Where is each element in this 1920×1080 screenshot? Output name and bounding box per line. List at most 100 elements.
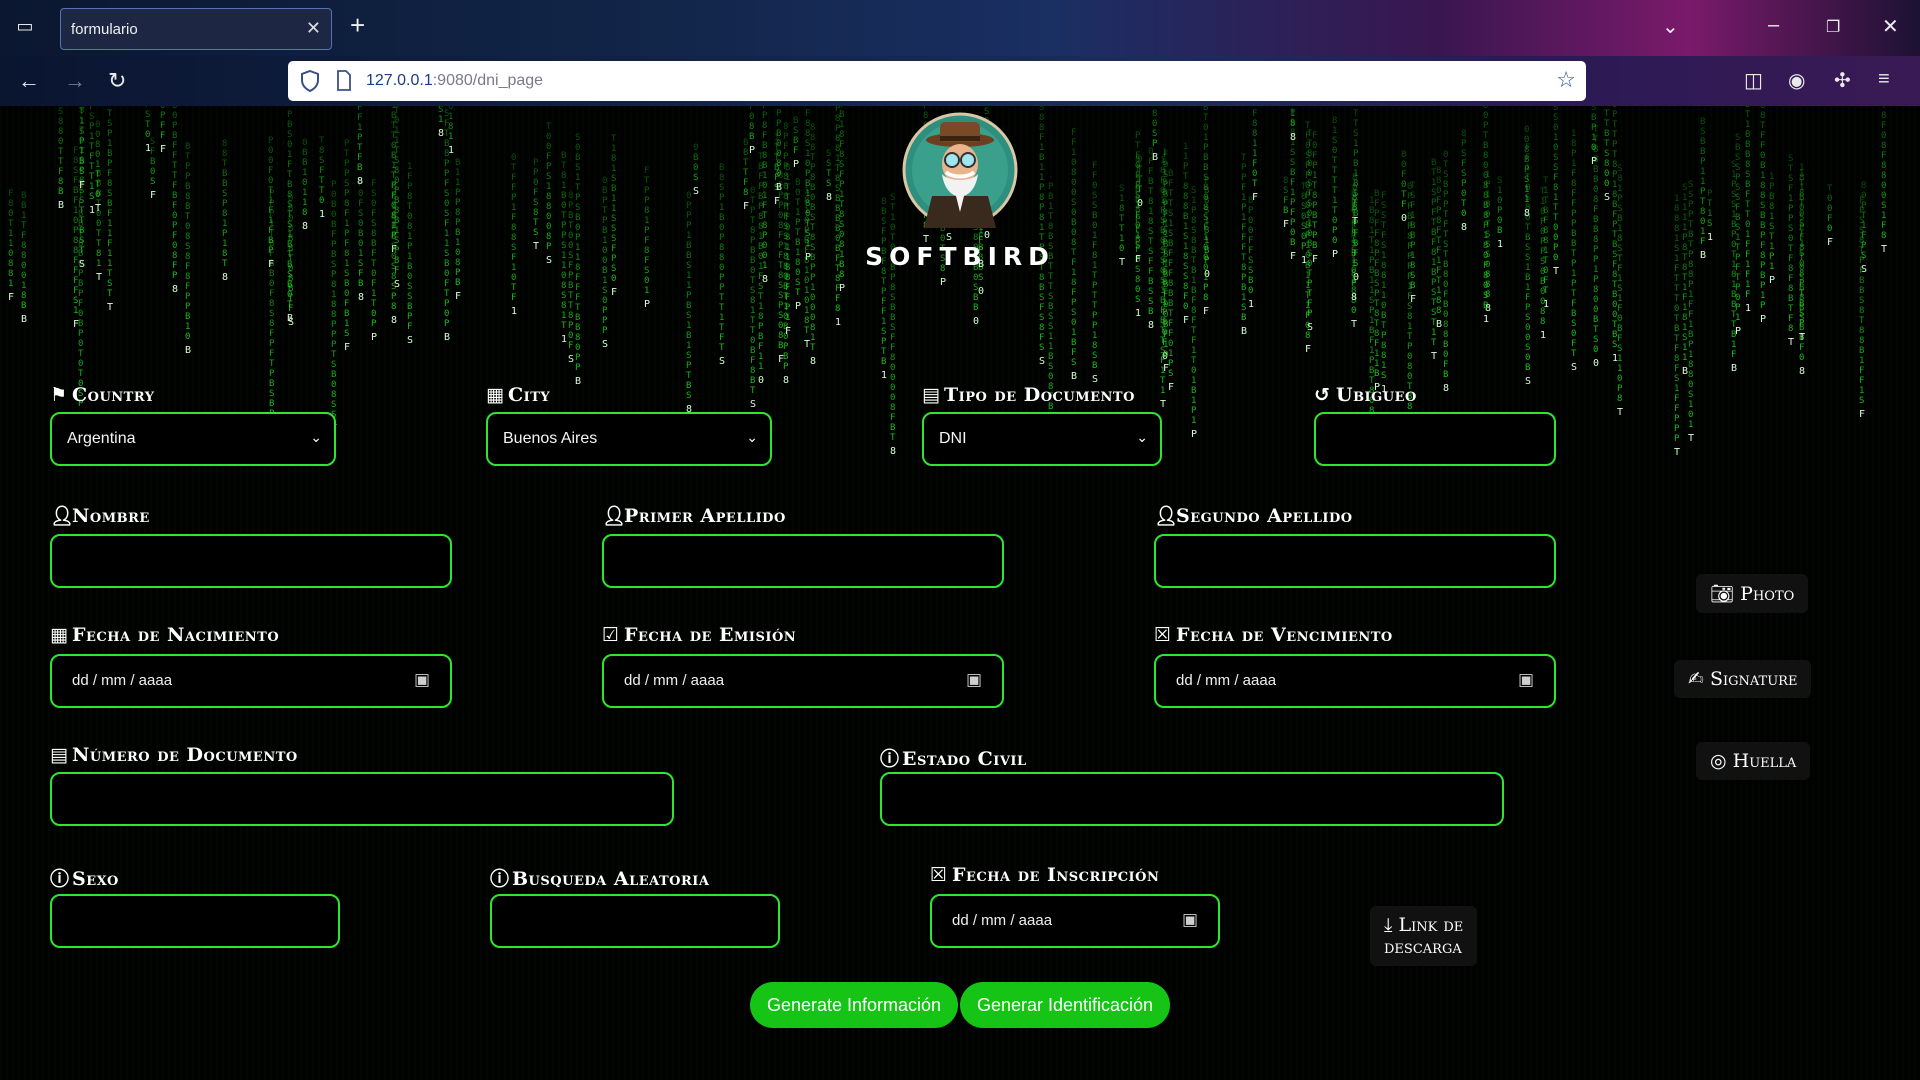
svg-text:8: 8 [804,256,809,266]
reload-icon[interactable]: ↻ [108,68,126,94]
fecha-nacimiento-input[interactable]: dd / mm / aaaa ▣ [50,654,452,708]
svg-text:B: B [107,199,112,209]
svg-text:P: P [795,301,801,312]
svg-text:8: 8 [1540,317,1545,327]
svg-text:F: F [805,109,810,119]
svg-text:S: S [1381,371,1386,381]
svg-text:S: S [750,286,755,296]
svg-text:F: F [611,244,616,254]
menu-icon[interactable]: ≡ [1878,68,1890,91]
busqueda-aleatoria-input[interactable] [490,894,780,948]
photo-button[interactable]: 📷︎ Photo [1696,574,1809,613]
link-descarga-button[interactable]: ⤓ Link de descarga [1370,906,1478,966]
svg-text:T: T [1071,248,1077,258]
country-select[interactable]: Argentina ⌄ [50,412,336,466]
svg-text:1: 1 [1039,223,1044,233]
svg-text:S: S [1071,198,1076,208]
svg-text:T: T [1183,172,1189,182]
browser-tab[interactable]: formulario ✕ [60,8,332,50]
svg-text:0: 0 [561,201,566,211]
numero-documento-input[interactable] [50,772,674,826]
url-bar[interactable]: 127.0.0.1:9080/dni_page ☆ [288,61,1586,101]
fecha-vencimiento-input[interactable]: dd / mm / aaaa ▣ [1154,654,1556,708]
svg-text:F: F [73,146,78,156]
svg-text:0: 0 [444,199,449,209]
svg-text:P: P [1071,298,1077,308]
svg-text:1: 1 [546,182,551,192]
calendar-picker-icon[interactable]: ▣ [966,670,982,690]
svg-text:S: S [826,149,831,159]
svg-text:1: 1 [357,123,362,133]
huella-button[interactable]: ◎ Huella [1696,742,1811,780]
svg-text:P: P [287,110,293,120]
svg-text:P: P [1497,206,1503,216]
calendar-picker-icon[interactable]: ▣ [414,670,430,690]
svg-text:0: 0 [1203,123,1208,133]
svg-text:S: S [107,279,112,289]
svg-text:1: 1 [1351,259,1356,269]
svg-text:T: T [795,198,801,208]
svg-text:T: T [1307,129,1313,139]
new-tab-icon[interactable]: + [350,12,365,38]
svg-text:B: B [1760,271,1765,281]
svg-text:8: 8 [1483,181,1488,191]
svg-text:1: 1 [1135,308,1141,319]
bookmark-star-icon[interactable]: ☆ [1556,67,1576,93]
svg-text:8: 8 [1307,149,1312,159]
svg-text:B: B [1283,206,1288,216]
ubigueo-input[interactable] [1314,412,1556,466]
svg-text:T: T [268,186,274,196]
back-icon[interactable]: ← [18,68,40,94]
account-icon[interactable]: ◉ [1788,68,1805,93]
city-select[interactable]: Buenos Aires ⌄ [486,412,772,466]
svg-text:S: S [1859,396,1864,406]
nombre-input[interactable] [50,534,452,588]
close-window-icon[interactable]: ✕ [1882,14,1899,39]
tab-close-icon[interactable]: ✕ [306,18,321,39]
svg-text:P: P [1191,206,1197,216]
svg-text:0: 0 [1071,158,1076,168]
generate-identification-button[interactable]: Generar Identificación [960,982,1170,1028]
svg-text:1: 1 [1553,193,1558,203]
tab-list-icon[interactable]: ▭ [12,16,38,40]
tab-overflow-chevron-icon[interactable]: ⌄ [1662,14,1679,39]
minimize-icon[interactable]: – [1768,14,1779,37]
restore-icon[interactable]: ❐ [1826,17,1840,37]
primer-apellido-input[interactable] [602,534,1004,588]
rain-column: PT1S1 [1707,189,1713,243]
svg-text:T: T [1431,338,1437,348]
svg-text:F: F [1436,226,1441,236]
pocket-icon[interactable]: ◫ [1744,68,1763,93]
svg-text:0: 0 [1553,233,1558,243]
extensions-icon[interactable]: ✣ [1834,68,1851,93]
svg-text:B: B [575,213,580,223]
svg-text:1: 1 [1571,269,1576,279]
svg-text:P: P [890,273,896,283]
segundo-apellido-input[interactable] [1154,534,1556,588]
svg-text:B: B [21,314,27,325]
fecha-inscripcion-input[interactable]: dd / mm / aaaa ▣ [930,894,1220,948]
fecha-emision-input[interactable]: dd / mm / aaaa ▣ [602,654,1004,708]
svg-text:P: P [1688,280,1694,290]
shield-icon[interactable] [300,69,320,93]
date-placeholder: dd / mm / aaaa [952,912,1053,929]
svg-text:0: 0 [1160,266,1165,276]
estado-civil-label: ⓘ Estado Civil [880,744,1027,771]
svg-text:0: 0 [973,316,979,327]
svg-text:F: F [107,209,112,219]
svg-text:F: F [1191,296,1196,306]
svg-text:F: F [743,201,749,212]
calendar-picker-icon[interactable]: ▣ [1518,670,1534,690]
estado-civil-input[interactable] [880,772,1504,826]
svg-text:F: F [785,326,791,337]
calendar-picker-icon[interactable]: ▣ [1182,910,1198,930]
forward-icon[interactable]: → [64,68,86,94]
tipo-documento-select[interactable]: DNI ⌄ [922,412,1162,466]
svg-text:T: T [1443,230,1449,240]
svg-text:T: T [1119,257,1125,268]
generate-information-button[interactable]: Generate Información [750,982,958,1028]
signature-button[interactable]: ✍ Signature [1674,660,1812,698]
sexo-input[interactable] [50,894,340,948]
svg-text:B: B [743,138,748,148]
rain-column: BB1TF880018BB [21,191,27,325]
